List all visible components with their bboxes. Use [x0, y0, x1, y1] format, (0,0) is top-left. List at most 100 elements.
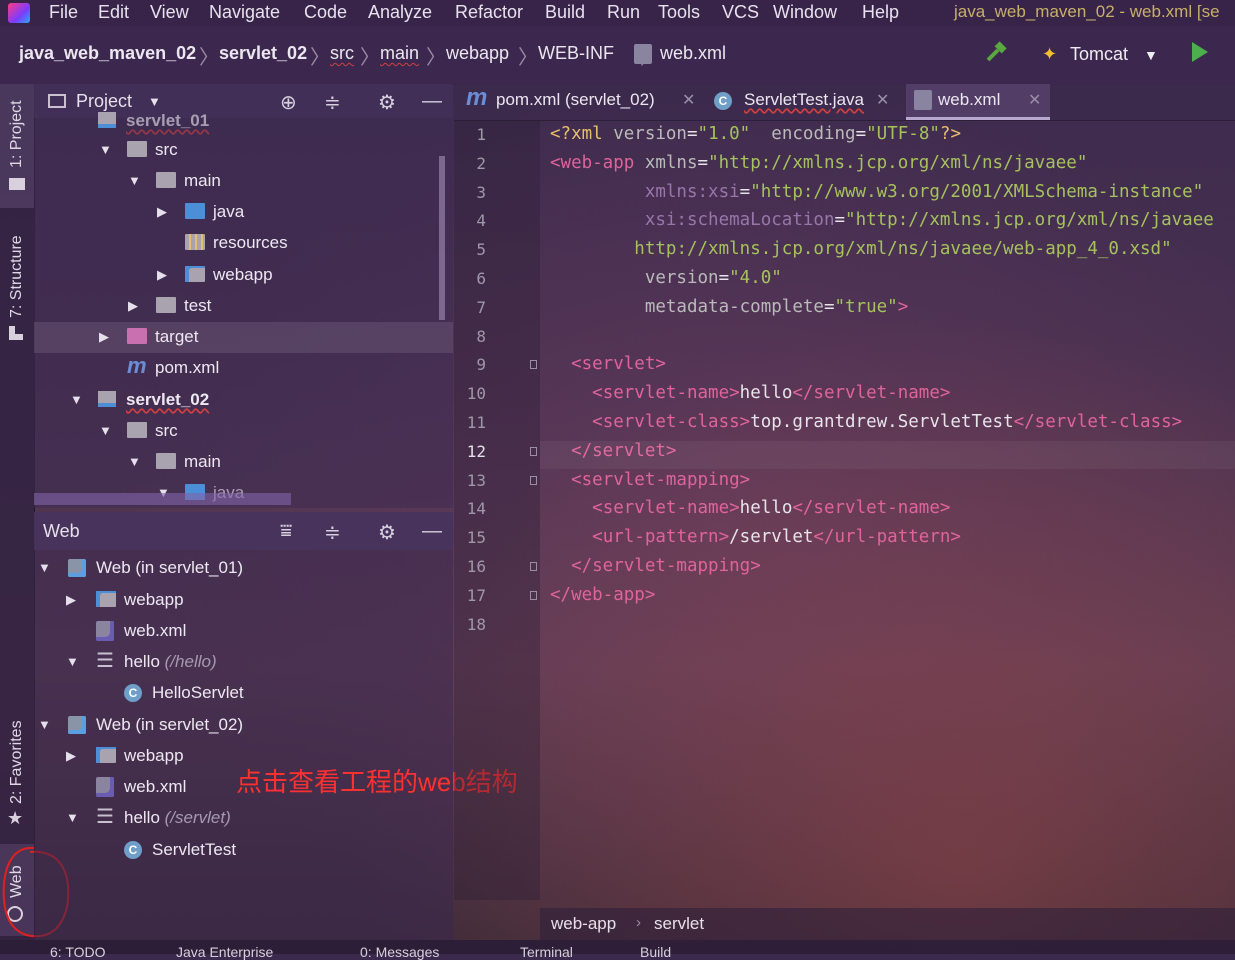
web-tree-row[interactable]: ▶ webapp: [34, 585, 453, 616]
horizontal-scrollbar[interactable]: [34, 493, 291, 505]
project-tree-row[interactable]: ▼ main: [34, 166, 453, 197]
chevron-right-icon[interactable]: ▶: [66, 748, 76, 764]
menu-item-window[interactable]: Window: [773, 2, 837, 23]
fold-marker-icon[interactable]: [530, 562, 537, 571]
tool-tab-project[interactable]: 1: Project: [0, 84, 34, 208]
chevron-down-icon[interactable]: ▼: [99, 423, 112, 438]
project-tree-row[interactable]: ▶ target: [34, 322, 453, 353]
tool-tab-structure[interactable]: 7: Structure: [0, 214, 34, 344]
web-tree-row[interactable]: ▼ Web (in servlet_01): [34, 553, 453, 584]
nav-crumb[interactable]: servlet_02: [219, 43, 307, 64]
project-tree-row[interactable]: ▶ test: [34, 291, 453, 322]
chevron-down-icon[interactable]: ▼: [66, 810, 79, 825]
code-editor[interactable]: <?xml version="1.0" encoding="UTF-8"?> <w…: [540, 120, 1235, 900]
code-line[interactable]: <servlet>: [550, 354, 666, 374]
nav-crumb[interactable]: WEB-INF: [538, 43, 614, 64]
project-tree-row[interactable]: resources: [34, 228, 453, 259]
chevron-down-icon[interactable]: ▼: [70, 392, 83, 407]
gear-icon[interactable]: ⚙: [378, 520, 396, 545]
code-line[interactable]: <servlet-class>top.grantdrew.ServletTest…: [550, 412, 1182, 432]
code-line[interactable]: <servlet-name>hello</servlet-name>: [550, 498, 950, 518]
code-line[interactable]: </servlet-mapping>: [550, 556, 761, 576]
bottom-tool-tab[interactable]: 0: Messages: [360, 944, 439, 960]
code-line[interactable]: xsi:schemaLocation="http://xmlns.jcp.org…: [550, 210, 1214, 230]
bottom-tool-tab[interactable]: Java Enterprise: [176, 944, 273, 960]
project-tree-row[interactable]: servlet_01: [34, 106, 453, 137]
close-icon[interactable]: ✕: [876, 90, 889, 110]
menu-item-edit[interactable]: Edit: [98, 2, 129, 23]
chevron-down-icon[interactable]: ▼: [99, 142, 112, 157]
menu-item-tools[interactable]: Tools: [658, 2, 700, 23]
project-tree-row[interactable]: ▶ java: [34, 197, 453, 228]
editor-tab[interactable]: m pom.xml (servlet_02) ✕: [464, 84, 704, 120]
code-line[interactable]: <web-app xmlns="http://xmlns.jcp.org/xml…: [550, 153, 1087, 173]
code-line[interactable]: <servlet-mapping>: [550, 470, 750, 490]
menu-item-view[interactable]: View: [150, 2, 189, 23]
collapse-all-icon[interactable]: ≑: [324, 520, 341, 545]
nav-crumb[interactable]: src: [330, 43, 354, 64]
bottom-tool-tab[interactable]: 6: TODO: [50, 944, 106, 960]
chevron-down-icon[interactable]: ▼: [128, 454, 141, 469]
chevron-down-icon[interactable]: ▼: [66, 654, 79, 669]
menu-item-analyze[interactable]: Analyze: [368, 2, 432, 23]
fold-marker-icon[interactable]: [530, 360, 537, 370]
code-line[interactable]: http://xmlns.jcp.org/xml/ns/javaee/web-a…: [550, 239, 1171, 259]
menu-item-vcs[interactable]: VCS: [722, 2, 759, 23]
expand-all-icon[interactable]: ⩸: [280, 520, 292, 543]
menu-item-build[interactable]: Build: [545, 2, 585, 23]
chevron-right-icon[interactable]: ▶: [157, 204, 167, 220]
intellij-logo-icon[interactable]: [8, 3, 30, 23]
project-tree-row[interactable]: ▼ servlet_02: [34, 385, 453, 416]
code-line[interactable]: <?xml version="1.0" encoding="UTF-8"?>: [550, 124, 961, 144]
web-tree-row[interactable]: ▶web.xml: [34, 616, 453, 647]
code-line[interactable]: xmlns:xsi="http://www.w3.org/2001/XMLSch…: [550, 182, 1203, 202]
menu-item-run[interactable]: Run: [607, 2, 640, 23]
run-icon[interactable]: [1192, 42, 1208, 62]
bottom-tool-tab[interactable]: Build: [640, 944, 671, 960]
project-tree-row[interactable]: ▼ src: [34, 416, 453, 447]
menu-item-refactor[interactable]: Refactor: [455, 2, 523, 23]
web-tree-row[interactable]: ▼ ☰ hello (/servlet): [34, 803, 453, 834]
tool-tab-favorites[interactable]: ★ 2: Favorites: [0, 704, 34, 834]
run-configuration-dropdown[interactable]: ✦ Tomcat ▼: [1030, 38, 1172, 72]
nav-crumb[interactable]: main: [380, 43, 419, 64]
menu-item-file[interactable]: File: [49, 2, 78, 23]
minimize-icon[interactable]: —: [422, 520, 442, 543]
project-tree-row[interactable]: ▼ main: [34, 447, 453, 478]
code-line[interactable]: </web-app>: [550, 585, 655, 605]
code-line[interactable]: <servlet-name>hello</servlet-name>: [550, 383, 950, 403]
chevron-right-icon[interactable]: ▶: [128, 298, 138, 314]
code-line[interactable]: metadata-complete="true">: [550, 297, 908, 317]
breadcrumb-item[interactable]: web-app: [551, 914, 616, 934]
close-icon[interactable]: ✕: [682, 90, 695, 110]
web-tree-row[interactable]: ▼ Web (in servlet_02): [34, 710, 453, 741]
web-tree-row[interactable]: C ServletTest: [34, 835, 453, 866]
chevron-down-icon[interactable]: ▼: [38, 560, 51, 575]
scrollbar[interactable]: [439, 156, 445, 320]
nav-crumb[interactable]: web.xml: [660, 43, 726, 64]
project-tree-row[interactable]: m pom.xml: [34, 353, 453, 384]
code-line[interactable]: version="4.0": [550, 268, 782, 288]
menu-item-navigate[interactable]: Navigate: [209, 2, 280, 23]
web-tree-row[interactable]: ▼ ☰ hello (/hello): [34, 647, 453, 678]
close-icon[interactable]: ✕: [1028, 90, 1041, 110]
chevron-right-icon[interactable]: ▶: [157, 267, 167, 283]
bottom-tool-tab[interactable]: Terminal: [520, 944, 573, 960]
chevron-right-icon[interactable]: ▶: [99, 329, 109, 345]
breadcrumb-item[interactable]: servlet: [654, 914, 704, 934]
fold-marker-icon[interactable]: [530, 446, 537, 456]
menu-item-help[interactable]: Help: [862, 2, 899, 23]
code-line[interactable]: <url-pattern>/servlet</url-pattern>: [550, 527, 961, 547]
web-tree-row[interactable]: C HelloServlet: [34, 678, 453, 709]
nav-crumb[interactable]: java_web_maven_02: [19, 43, 196, 64]
build-hammer-icon[interactable]: [984, 40, 1010, 66]
fold-marker-icon[interactable]: [530, 590, 537, 600]
editor-tab[interactable]: web.xml ✕: [906, 84, 1050, 120]
nav-crumb[interactable]: webapp: [446, 43, 509, 64]
editor-tab[interactable]: C ServletTest.java ✕: [712, 84, 898, 120]
project-tree-row[interactable]: ▼ src: [34, 135, 453, 166]
chevron-right-icon[interactable]: ▶: [66, 592, 76, 608]
fold-marker-icon[interactable]: [530, 475, 537, 485]
chevron-down-icon[interactable]: ▼: [38, 717, 51, 732]
chevron-down-icon[interactable]: ▼: [128, 173, 141, 188]
